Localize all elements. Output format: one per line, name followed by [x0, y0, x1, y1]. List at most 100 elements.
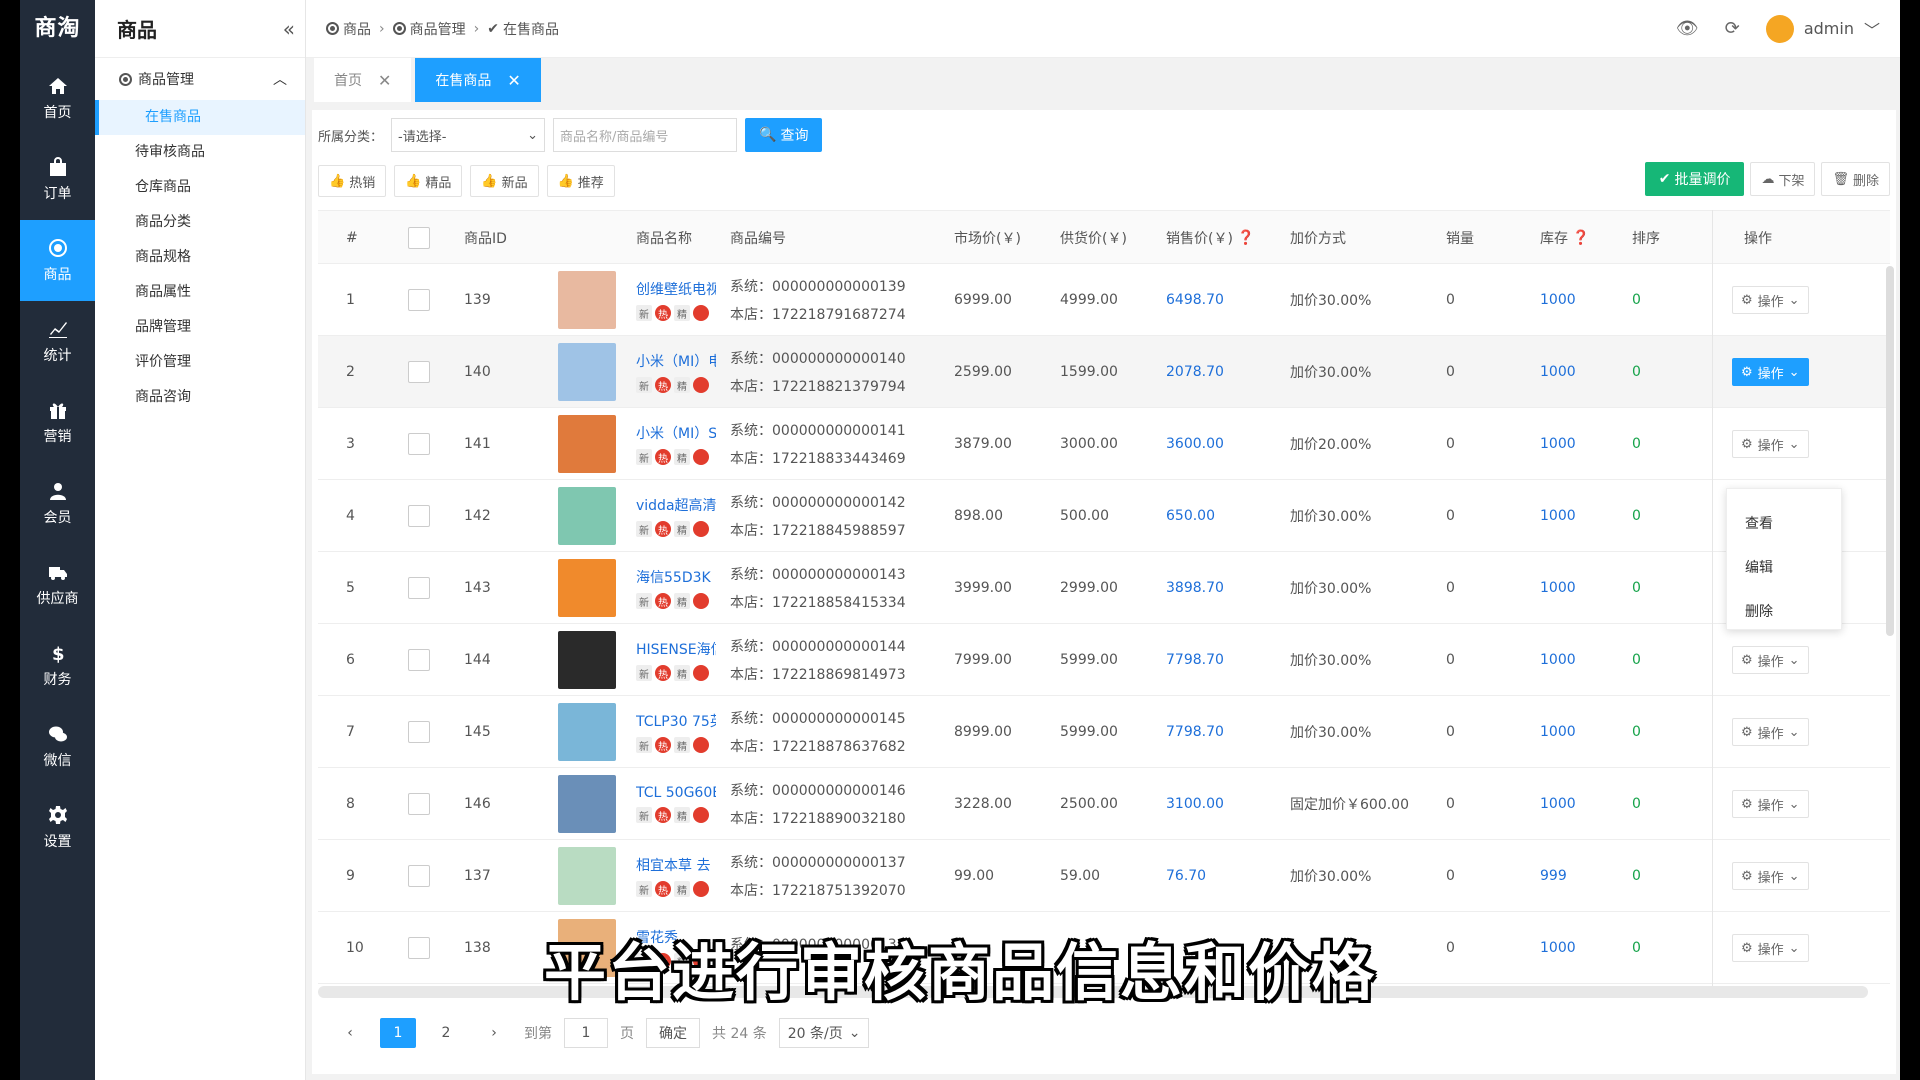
refresh-icon[interactable]: ⟳: [1725, 18, 1740, 39]
table-row[interactable]: 6 144 HISENSE海信新热精系统：000000000000144 本店：172…: [318, 624, 1890, 696]
operation-button[interactable]: ⚙操作⌄: [1732, 646, 1809, 674]
product-thumbnail[interactable]: [558, 696, 616, 768]
query-button[interactable]: 🔍 查询: [745, 118, 823, 152]
product-thumbnail[interactable]: [558, 768, 616, 840]
badge-hot[interactable]: 热: [655, 737, 671, 753]
sidebar-item-2[interactable]: 仓库商品: [95, 170, 305, 205]
stock-count[interactable]: 1000: [1540, 624, 1576, 696]
row-checkbox[interactable]: [408, 840, 430, 912]
sidebar-item-8[interactable]: 商品咨询: [95, 380, 305, 415]
search-input[interactable]: 商品名称/商品编号: [553, 118, 738, 152]
sort-value[interactable]: 0: [1632, 408, 1641, 480]
sidebar-item-0[interactable]: 在售商品: [95, 100, 305, 135]
sale-price[interactable]: 76.70: [1166, 840, 1206, 912]
eye-icon[interactable]: 👁: [1676, 18, 1699, 39]
breadcrumb-item[interactable]: 商品: [343, 19, 371, 39]
vertical-scrollbar[interactable]: [1886, 266, 1894, 636]
tab-on-sale-goods[interactable]: 在售商品 ✕: [415, 58, 541, 102]
product-thumbnail[interactable]: [558, 336, 616, 408]
sidebar-item-5[interactable]: 商品属性: [95, 275, 305, 310]
user-menu[interactable]: admin ﹀: [1765, 14, 1880, 43]
close-icon[interactable]: ✕: [507, 71, 520, 90]
rail-item-7[interactable]: $ 财务: [20, 625, 95, 706]
badge-new[interactable]: 新: [636, 807, 652, 823]
badge-hot[interactable]: 热: [655, 593, 671, 609]
sale-price[interactable]: 3600.00: [1166, 408, 1224, 480]
sidebar-item-6[interactable]: 品牌管理: [95, 310, 305, 345]
badge-recommend[interactable]: [693, 665, 709, 681]
rail-item-5[interactable]: 会员: [20, 463, 95, 544]
badge-fine[interactable]: 精: [674, 737, 690, 753]
badge-recommend[interactable]: [693, 737, 709, 753]
row-checkbox[interactable]: [408, 336, 430, 408]
table-row[interactable]: 9 137 相宜本草 去新热精系统：000000000000137 本店：172218…: [318, 840, 1890, 912]
product-name-link[interactable]: 小米（MI）电视: [636, 351, 716, 371]
product-name-link[interactable]: 小米（MI）S: [636, 423, 716, 443]
rail-item-2[interactable]: 商品: [20, 220, 95, 301]
dropdown-item-2[interactable]: 删除: [1727, 589, 1841, 633]
sidebar-item-4[interactable]: 商品规格: [95, 240, 305, 275]
product-name-link[interactable]: 相宜本草 去: [636, 855, 710, 875]
rail-item-8[interactable]: 微信: [20, 706, 95, 787]
product-name-link[interactable]: TCLP30 75英寸: [636, 711, 716, 731]
tag-button-2[interactable]: 👍 新品: [470, 165, 539, 197]
stock-count[interactable]: 1000: [1540, 552, 1576, 624]
row-checkbox[interactable]: [408, 408, 430, 480]
badge-recommend[interactable]: [693, 807, 709, 823]
badge-recommend[interactable]: [693, 521, 709, 537]
batch-price-button[interactable]: ✔ 批量调价: [1644, 162, 1745, 196]
breadcrumb-item[interactable]: 商品管理: [410, 19, 466, 39]
rail-item-6[interactable]: 供应商: [20, 544, 95, 625]
badge-new[interactable]: 新: [636, 737, 652, 753]
sidebar-group-goods-management[interactable]: 商品管理 ︿: [95, 58, 305, 100]
rail-item-0[interactable]: 首页: [20, 58, 95, 139]
delete-button[interactable]: 🗑 删除: [1821, 162, 1890, 196]
sidebar-item-3[interactable]: 商品分类: [95, 205, 305, 240]
sale-price[interactable]: 3100.00: [1166, 768, 1224, 840]
sort-value[interactable]: 0: [1632, 624, 1641, 696]
rail-item-4[interactable]: 营销: [20, 382, 95, 463]
badge-recommend[interactable]: [693, 881, 709, 897]
close-icon[interactable]: ✕: [378, 71, 391, 90]
sale-price[interactable]: 7798.70: [1166, 624, 1224, 696]
table-row[interactable]: 3 141 小米（MI）S 新热精 系统：000000000000141 本店：17221…: [318, 408, 1890, 480]
rail-item-9[interactable]: 设置: [20, 787, 95, 868]
product-name-link[interactable]: 海信55D3K: [636, 567, 711, 587]
stock-count[interactable]: 1000: [1540, 336, 1576, 408]
row-checkbox[interactable]: [408, 768, 430, 840]
product-thumbnail[interactable]: [558, 840, 616, 912]
operation-button[interactable]: ⚙操作⌄: [1732, 718, 1809, 746]
help-icon[interactable]: ❓: [1572, 230, 1589, 246]
stock-count[interactable]: 1000: [1540, 768, 1576, 840]
sort-value[interactable]: 0: [1632, 264, 1641, 336]
sort-value[interactable]: 0: [1632, 696, 1641, 768]
next-page-icon[interactable]: ›: [476, 1018, 512, 1048]
page-1[interactable]: 1: [380, 1018, 416, 1048]
badge-new[interactable]: 新: [636, 377, 652, 393]
stock-count[interactable]: 1000: [1540, 264, 1576, 336]
sale-price[interactable]: 7798.70: [1166, 696, 1224, 768]
badge-fine[interactable]: 精: [674, 593, 690, 609]
collapse-sidebar-icon[interactable]: «: [283, 17, 295, 41]
product-thumbnail[interactable]: [558, 624, 616, 696]
sale-price[interactable]: 6498.70: [1166, 264, 1224, 336]
stock-count[interactable]: 1000: [1540, 480, 1576, 552]
table-row[interactable]: 7145TCLP30 75英寸新热精系统：000000000000145本店：1…: [318, 696, 1890, 768]
badge-hot[interactable]: 热: [655, 449, 671, 465]
tab-home[interactable]: 首页 ✕: [314, 58, 412, 102]
dropdown-item-1[interactable]: 编辑: [1727, 545, 1841, 589]
page-size-select[interactable]: 20 条/页 ⌄: [778, 1018, 870, 1048]
badge-fine[interactable]: 精: [674, 449, 690, 465]
category-select[interactable]: -请选择- ⌄: [391, 118, 546, 152]
badge-hot[interactable]: 热: [655, 665, 671, 681]
page-input[interactable]: 1: [564, 1018, 608, 1048]
badge-fine[interactable]: 精: [674, 377, 690, 393]
operation-button[interactable]: ⚙操作⌄: [1732, 430, 1809, 458]
sidebar-item-1[interactable]: 待审核商品: [95, 135, 305, 170]
badge-recommend[interactable]: [693, 593, 709, 609]
badge-recommend[interactable]: [693, 377, 709, 393]
tag-button-0[interactable]: 👍 热销: [318, 165, 387, 197]
row-checkbox[interactable]: [408, 696, 430, 768]
row-checkbox[interactable]: [408, 480, 430, 552]
sidebar-item-7[interactable]: 评价管理: [95, 345, 305, 380]
